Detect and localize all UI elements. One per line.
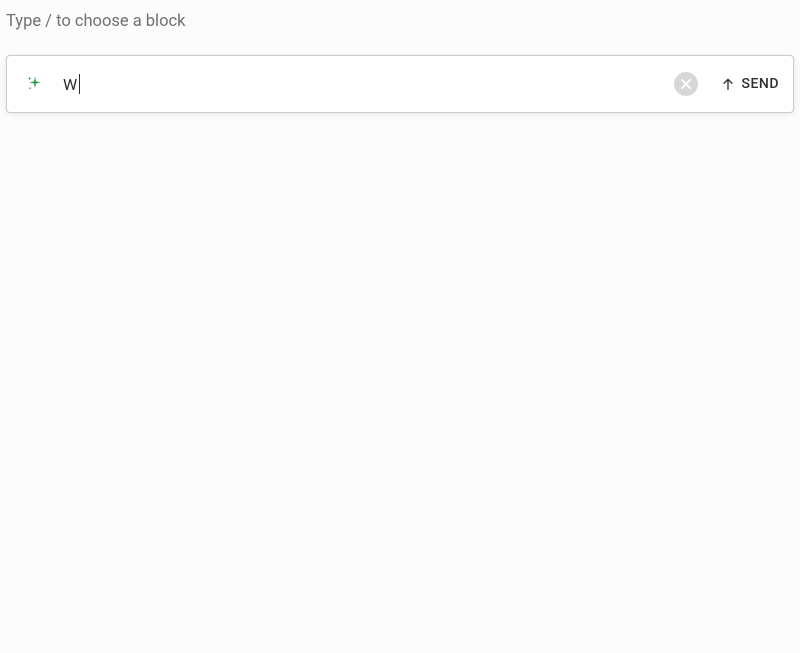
- prompt-input[interactable]: W: [63, 56, 674, 112]
- send-button-label: SEND: [742, 76, 779, 92]
- send-button[interactable]: SEND: [720, 76, 779, 92]
- close-icon: [680, 78, 692, 90]
- clear-button[interactable]: [674, 72, 698, 96]
- prompt-input-text: W: [63, 75, 78, 94]
- block-chooser-hint[interactable]: Type / to choose a block: [0, 0, 800, 31]
- sparkle-icon: [25, 74, 45, 94]
- prompt-input-container: W SEND: [6, 55, 794, 113]
- text-cursor: [79, 74, 80, 94]
- arrow-up-icon: [720, 76, 736, 92]
